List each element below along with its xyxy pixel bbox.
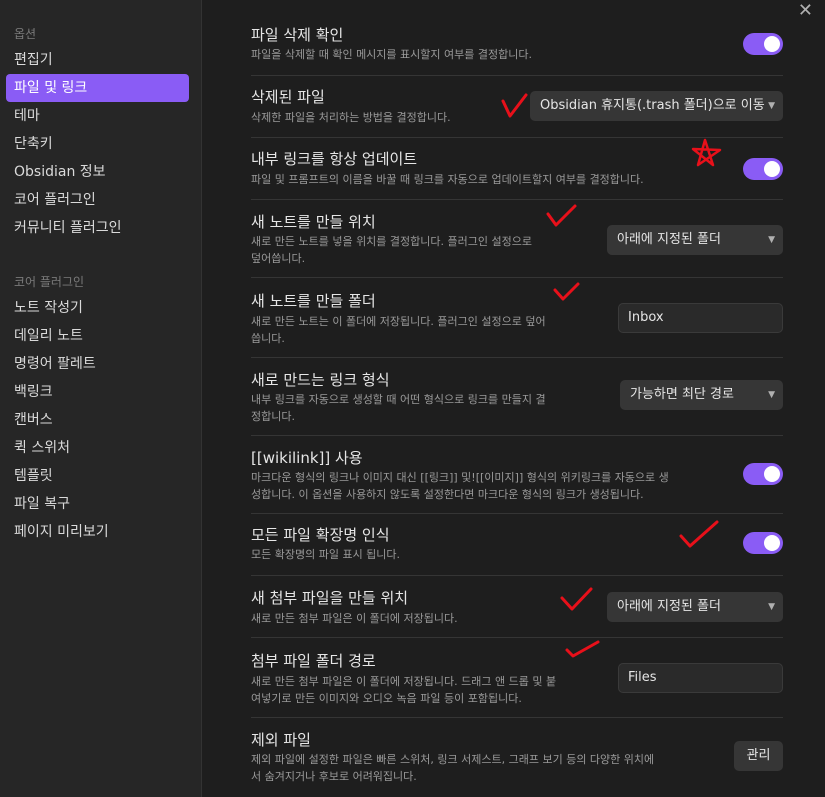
sidebar-item-file-recovery[interactable]: 파일 복구 xyxy=(6,490,189,518)
always-update-links-toggle[interactable] xyxy=(743,158,783,180)
setting-description-line: 서 숨겨지거나 후보로 어려워집니다. xyxy=(251,770,417,783)
setting-name: 새 노트를 만들 위치 xyxy=(251,213,376,231)
sidebar-item-about[interactable]: Obsidian 정보 xyxy=(6,158,189,186)
toggle-knob xyxy=(764,466,780,482)
dropdown-value: 아래에 지정된 폴더 xyxy=(617,599,721,614)
sidebar-item-quick-switcher[interactable]: 퀵 스위처 xyxy=(6,434,189,462)
dropdown-value: 아래에 지정된 폴더 xyxy=(617,232,721,247)
setting-new-note-location: 새 노트를 만들 위치 새로 만든 노트를 넣을 위치를 결정합니다. 플러그인… xyxy=(251,200,783,278)
setting-description-line: 내부 링크를 자동으로 생성할 때 어떤 형식으로 링크를 만들지 결 xyxy=(251,393,546,406)
setting-description: 내부 링크를 자동으로 생성할 때 어떤 형식으로 링크를 만들지 결 정합니다… xyxy=(251,391,546,425)
setting-description-line: 성합니다. 이 옵션을 사용하지 않도록 설정한다면 마크다운 형식의 링크가 … xyxy=(251,488,644,501)
setting-description: 새로 만든 첨부 파일은 이 폴더에 저장됩니다. 드래그 앤 드롭 및 붙 여… xyxy=(251,673,556,707)
dropdown-value: 가능하면 최단 경로 xyxy=(630,387,734,402)
manage-excluded-files-button[interactable]: 관리 xyxy=(734,741,783,771)
setting-description: 파일을 삭제할 때 확인 메시지를 표시할지 여부를 결정합니다. xyxy=(251,48,532,61)
setting-name: 새로 만드는 링크 형식 xyxy=(251,371,390,389)
sidebar-header-options: 옵션 xyxy=(14,27,37,41)
new-link-format-dropdown[interactable]: 가능하면 최단 경로 ▼ xyxy=(620,380,783,410)
toggle-knob xyxy=(764,535,780,551)
detect-all-extensions-toggle[interactable] xyxy=(743,532,783,554)
setting-description-line: 새로 만든 노트를 넣을 위치를 결정합니다. 플러그인 설정으로 xyxy=(251,235,532,248)
chevron-down-icon: ▼ xyxy=(768,602,775,612)
setting-name: 새 노트를 만들 폴더 xyxy=(251,292,376,310)
sidebar-item-command-palette[interactable]: 명령어 팔레트 xyxy=(6,350,189,378)
sidebar-item-core-plugins[interactable]: 코어 플러그인 xyxy=(6,186,189,214)
sidebar-item-editor[interactable]: 편집기 xyxy=(6,46,189,74)
setting-description-line: 덮어씁니다. xyxy=(251,252,306,265)
deleted-files-dropdown[interactable]: Obsidian 휴지통(.trash 폴더)으로 이동 ▼ xyxy=(530,91,783,121)
close-icon[interactable]: ✕ xyxy=(798,2,813,20)
new-note-location-dropdown[interactable]: 아래에 지정된 폴더 ▼ xyxy=(607,225,783,255)
setting-name: 삭제된 파일 xyxy=(251,88,325,106)
sidebar-item-canvas[interactable]: 캔버스 xyxy=(6,406,189,434)
new-attachment-location-dropdown[interactable]: 아래에 지정된 폴더 ▼ xyxy=(607,592,783,622)
setting-name: 모든 파일 확장명 인식 xyxy=(251,526,390,544)
setting-description: 마크다운 형식의 링크나 이미지 대신 [[링크]] 및![[이미지]] 형식의… xyxy=(251,469,721,503)
chevron-down-icon: ▼ xyxy=(768,390,775,400)
sidebar-item-theme[interactable]: 테마 xyxy=(6,102,189,130)
setting-description-line: 제외 파일에 설정한 파일은 빠른 스위처, 링크 서제스트, 그래프 보기 등… xyxy=(251,753,655,766)
setting-description-line: 마크다운 형식의 링크나 이미지 대신 [[링크]] 및![[이미지]] 형식의… xyxy=(251,471,669,484)
sidebar-item-templates[interactable]: 템플릿 xyxy=(6,462,189,490)
setting-description: 파일 및 프롬프트의 이름을 바꿀 때 링크를 자동으로 업데이트할지 여부를 … xyxy=(251,173,644,186)
setting-name: [[wikilink]] 사용 xyxy=(251,449,363,467)
setting-description: 삭제한 파일을 처리하는 방법을 결정합니다. xyxy=(251,111,451,124)
sidebar-item-daily-notes[interactable]: 데일리 노트 xyxy=(6,322,189,350)
setting-attachment-folder-path: 첨부 파일 폴더 경로 새로 만든 첨부 파일은 이 폴더에 저장됩니다. 드래… xyxy=(251,638,783,718)
setting-description: 새로 만든 노트를 넣을 위치를 결정합니다. 플러그인 설정으로 덮어씁니다. xyxy=(251,233,532,267)
toggle-knob xyxy=(764,36,780,52)
confirm-delete-toggle[interactable] xyxy=(743,33,783,55)
setting-name: 파일 삭제 확인 xyxy=(251,26,344,44)
sidebar-item-backlinks[interactable]: 백링크 xyxy=(6,378,189,406)
setting-name: 첨부 파일 폴더 경로 xyxy=(251,652,376,670)
chevron-down-icon: ▼ xyxy=(768,235,775,245)
setting-description-line: 새로 만든 첨부 파일은 이 폴더에 저장됩니다. 드래그 앤 드롭 및 붙 xyxy=(251,675,557,688)
setting-description-line: 새로 만든 노트는 이 폴더에 저장됩니다. 플러그인 설정으로 덮어 xyxy=(251,315,546,328)
attachment-folder-input[interactable]: Files xyxy=(618,663,783,693)
setting-name: 새 첨부 파일을 만들 위치 xyxy=(251,589,409,607)
settings-content: ✕ 파일 삭제 확인 파일을 삭제할 때 확인 메시지를 표시할지 여부를 결정… xyxy=(203,0,825,797)
sidebar-item-hotkeys[interactable]: 단축키 xyxy=(6,130,189,158)
setting-new-link-format: 새로 만드는 링크 형식 내부 링크를 자동으로 생성할 때 어떤 형식으로 링… xyxy=(251,358,783,436)
setting-description-line: 정합니다. xyxy=(251,410,295,423)
setting-description: 제외 파일에 설정한 파일은 빠른 스위처, 링크 서제스트, 그래프 보기 등… xyxy=(251,751,721,785)
dropdown-value: Obsidian 휴지통(.trash 폴더)으로 이동 xyxy=(540,98,765,113)
setting-description: 새로 만든 첨부 파일은 이 폴더에 저장됩니다. xyxy=(251,612,458,625)
setting-always-update-links: 내부 링크를 항상 업데이트 파일 및 프롬프트의 이름을 바꿀 때 링크를 자… xyxy=(251,138,783,200)
setting-name: 내부 링크를 항상 업데이트 xyxy=(251,150,418,168)
setting-description-line: 여넣기로 만든 이미지와 오디오 녹음 파일 등이 포함됩니다. xyxy=(251,692,522,705)
settings-sidebar: 옵션 편집기 파일 및 링크 테마 단축키 Obsidian 정보 코어 플러그… xyxy=(0,0,202,797)
setting-description: 모든 확장명의 파일 표시 됩니다. xyxy=(251,548,401,561)
setting-name: 제외 파일 xyxy=(251,731,311,749)
sidebar-header-core-plugins: 코어 플러그인 xyxy=(14,275,85,289)
sidebar-item-note-composer[interactable]: 노트 작성기 xyxy=(6,294,189,322)
setting-confirm-delete: 파일 삭제 확인 파일을 삭제할 때 확인 메시지를 표시할지 여부를 결정합니… xyxy=(251,14,783,76)
toggle-knob xyxy=(764,161,780,177)
setting-description-line: 씁니다. xyxy=(251,332,285,345)
setting-detect-all-extensions: 모든 파일 확장명 인식 모든 확장명의 파일 표시 됩니다. xyxy=(251,514,783,576)
use-wikilinks-toggle[interactable] xyxy=(743,463,783,485)
chevron-down-icon: ▼ xyxy=(768,101,775,111)
setting-new-note-folder: 새 노트를 만들 폴더 새로 만든 노트는 이 폴더에 저장됩니다. 플러그인 … xyxy=(251,278,783,358)
setting-use-wikilinks: [[wikilink]] 사용 마크다운 형식의 링크나 이미지 대신 [[링크… xyxy=(251,436,783,514)
sidebar-item-community-plugins[interactable]: 커뮤니티 플러그인 xyxy=(6,214,189,242)
sidebar-item-page-preview[interactable]: 페이지 미리보기 xyxy=(6,518,189,546)
setting-description: 새로 만든 노트는 이 폴더에 저장됩니다. 플러그인 설정으로 덮어 씁니다. xyxy=(251,313,546,347)
setting-new-attachment-location: 새 첨부 파일을 만들 위치 새로 만든 첨부 파일은 이 폴더에 저장됩니다.… xyxy=(251,576,783,638)
setting-excluded-files: 제외 파일 제외 파일에 설정한 파일은 빠른 스위처, 링크 서제스트, 그래… xyxy=(251,718,783,797)
setting-deleted-files: 삭제된 파일 삭제한 파일을 처리하는 방법을 결정합니다. Obsidian … xyxy=(251,76,783,138)
new-note-folder-input[interactable]: Inbox xyxy=(618,303,783,333)
sidebar-item-files-links[interactable]: 파일 및 링크 xyxy=(6,74,189,102)
